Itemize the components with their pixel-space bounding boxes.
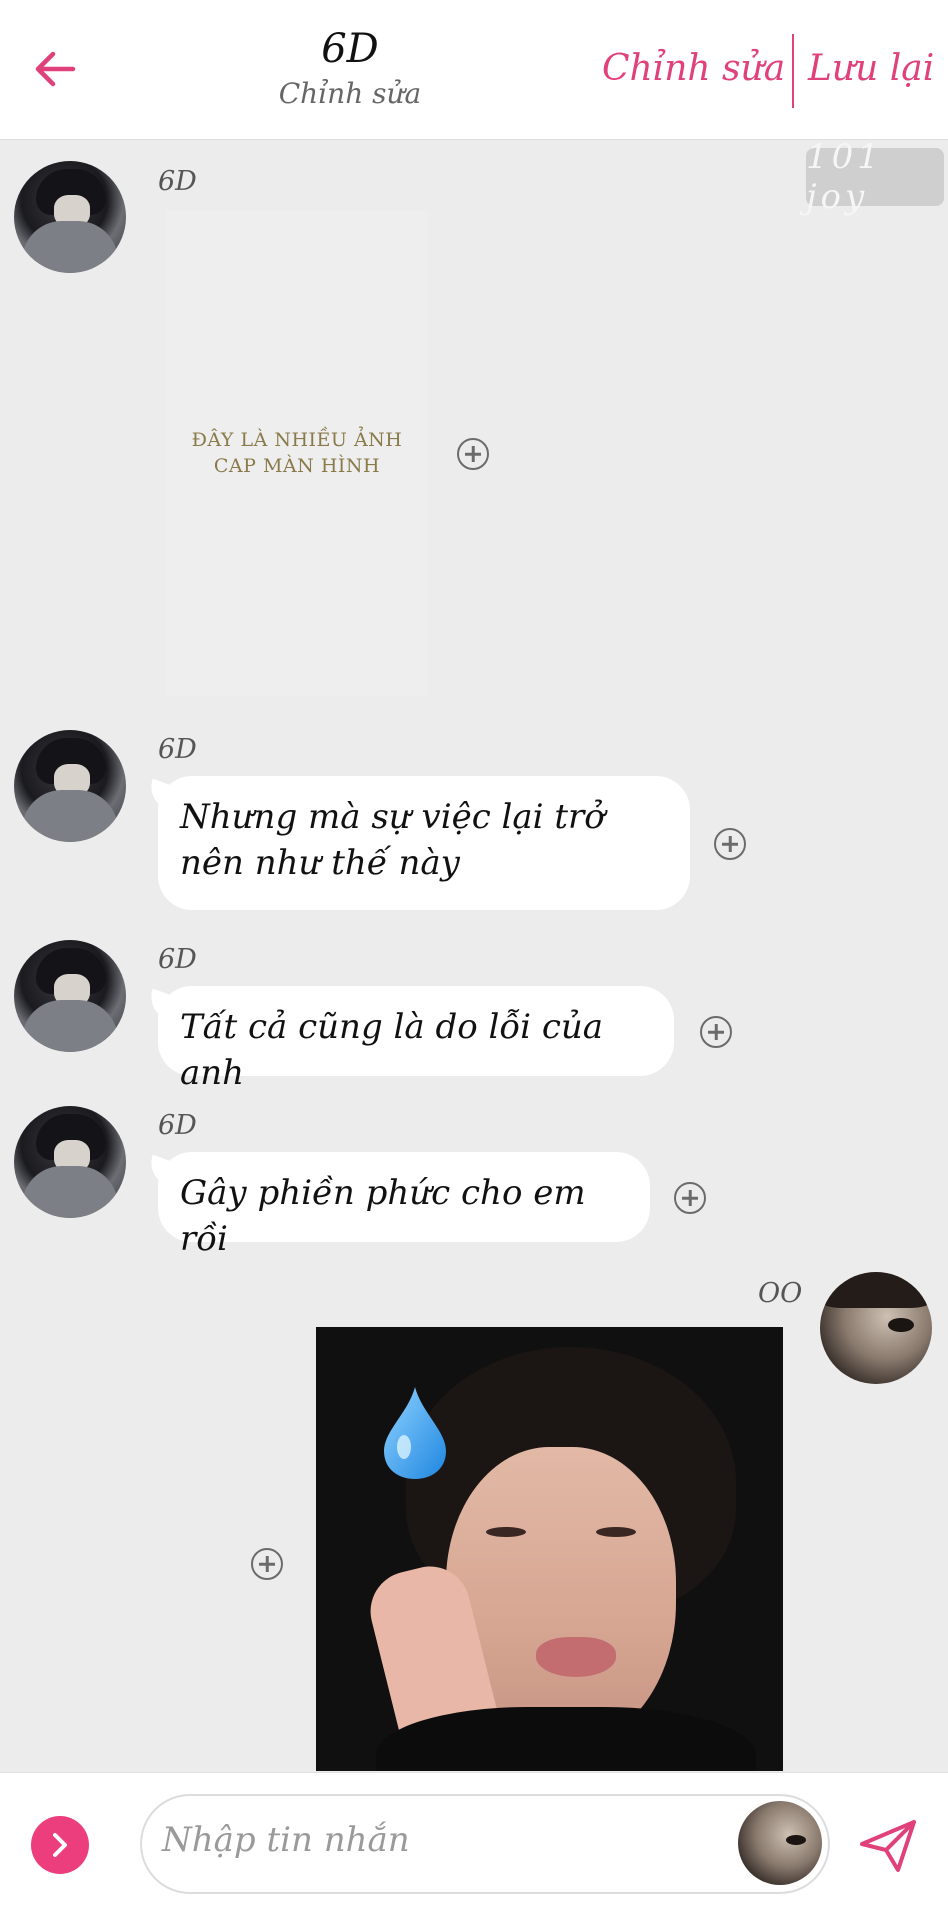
message-bubble[interactable]: Tất cả cũng là do lỗi của anh: [158, 986, 674, 1093]
sender-name: 6D: [158, 734, 197, 765]
avatar[interactable]: [14, 161, 126, 273]
save-button[interactable]: Lưu lại: [808, 48, 934, 89]
message-bubble[interactable]: Nhưng mà sự việc lại trở nên như thế này: [158, 776, 690, 910]
avatar[interactable]: [14, 730, 126, 842]
add-reaction-button[interactable]: [251, 1548, 283, 1580]
add-reaction-button[interactable]: [457, 438, 489, 470]
avatar[interactable]: [14, 1106, 126, 1218]
watermark-badge: 101 joy: [806, 137, 944, 217]
image-caption: ĐÂY LÀ NHIỀU ẢNH CAP MÀN HÌNH: [191, 429, 403, 477]
message-bubble[interactable]: Gây phiền phức cho em rồi: [158, 1152, 650, 1259]
avatar[interactable]: [14, 940, 126, 1052]
title-block: 6D Chỉnh sửa: [250, 24, 450, 114]
add-reaction-button[interactable]: [714, 828, 746, 860]
message-input-placeholder[interactable]: Nhập tin nhắn: [162, 1820, 410, 1860]
sender-name: 6D: [158, 944, 197, 975]
composer-avatar[interactable]: [738, 1801, 822, 1885]
top-bar: 6D Chỉnh sửa Chỉnh sửa Lưu lại: [0, 0, 948, 140]
avatar[interactable]: [820, 1272, 932, 1384]
sender-name: 6D: [158, 166, 197, 197]
add-reaction-button[interactable]: [700, 1016, 732, 1048]
edit-button[interactable]: Chỉnh sửa: [602, 48, 785, 89]
sender-name: 6D: [158, 1110, 197, 1141]
sender-name: OO: [758, 1278, 803, 1309]
image-message[interactable]: [316, 1327, 783, 1771]
arrow-left-icon: [35, 51, 76, 87]
chevron-right-icon: [53, 1833, 67, 1857]
chat-title: 6D: [321, 26, 379, 72]
back-button[interactable]: [30, 44, 80, 94]
image-message[interactable]: ĐÂY LÀ NHIỀU ẢNH CAP MÀN HÌNH: [166, 210, 428, 696]
add-reaction-button[interactable]: [674, 1182, 706, 1214]
sweat-drop-icon: [384, 1387, 446, 1479]
header-divider: [792, 34, 794, 108]
send-button[interactable]: [856, 1816, 920, 1876]
chat-subtitle: Chỉnh sửa: [278, 77, 422, 110]
send-icon: [860, 1820, 916, 1872]
more-options-button[interactable]: [31, 1816, 89, 1874]
